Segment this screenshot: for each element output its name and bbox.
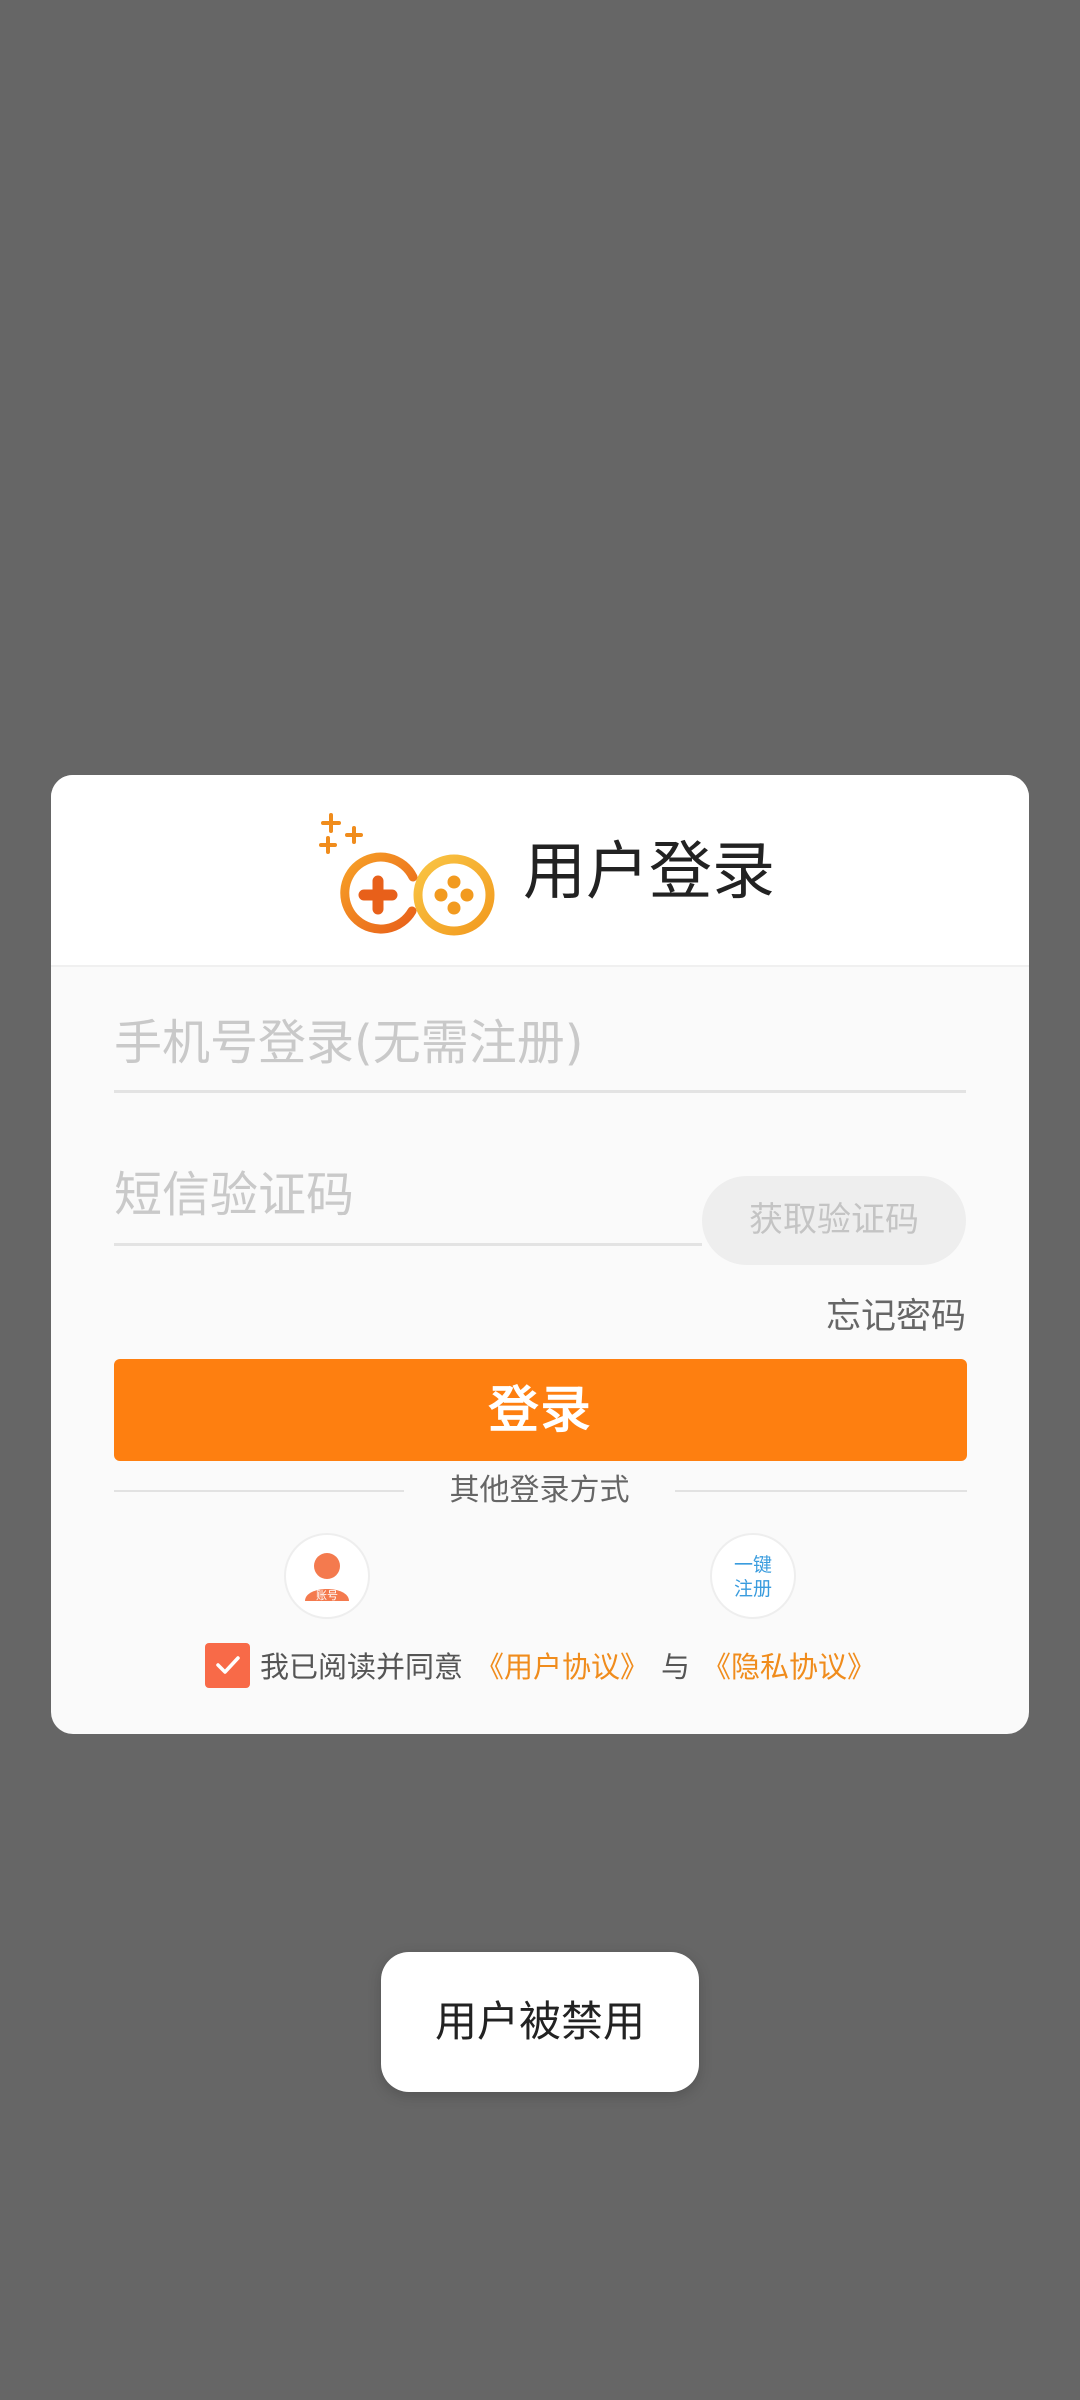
forgot-password-link[interactable]: 忘记密码 [826, 1293, 966, 1341]
other-login-methods-label: 其他登录方式 [449, 1473, 630, 1508]
login-button[interactable]: 登录 [114, 1359, 967, 1461]
user-icon: 账号 [305, 1553, 349, 1602]
get-code-button[interactable]: 获取验证码 [702, 1176, 966, 1265]
phone-input[interactable] [114, 995, 966, 1090]
divider-right [675, 1490, 967, 1492]
check-icon [215, 1656, 240, 1674]
user-agreement-link[interactable]: 《用户协议》 [475, 1644, 649, 1686]
one-key-register-button[interactable]: 一键 注册 [710, 1533, 796, 1619]
phone-field[interactable] [114, 995, 966, 1093]
one-key-register-line2: 注册 [733, 1578, 772, 1600]
gamepad-logo-icon [319, 813, 495, 936]
sms-code-field[interactable] [114, 1147, 702, 1246]
agreement-row: 我已阅读并同意 《用户协议》 与 《隐私协议》 [205, 1641, 876, 1689]
account-login-button[interactable]: 账号 [284, 1533, 370, 1619]
one-key-register-line1: 一键 [733, 1554, 772, 1576]
dialog-title: 用户登录 [523, 835, 775, 908]
dialog-header: 用户登录 [51, 775, 1029, 967]
toast-message: 用户被禁用 [381, 1952, 699, 2092]
sms-code-input[interactable] [114, 1147, 702, 1243]
one-key-register-label: 一键 注册 [712, 1553, 794, 1601]
account-badge-text: 账号 [316, 1589, 338, 1602]
privacy-agreement-link[interactable]: 《隐私协议》 [702, 1644, 876, 1686]
agreement-checkbox[interactable] [205, 1642, 250, 1688]
agreement-conjunction: 与 [661, 1650, 691, 1684]
divider-left [114, 1490, 404, 1492]
agreement-prefix: 我已阅读并同意 [260, 1650, 464, 1684]
login-dialog: 用户登录 获取验证码 忘记密码 登录 其他登录方式 账号 一键 注册 我已阅读并… [51, 775, 1029, 1734]
